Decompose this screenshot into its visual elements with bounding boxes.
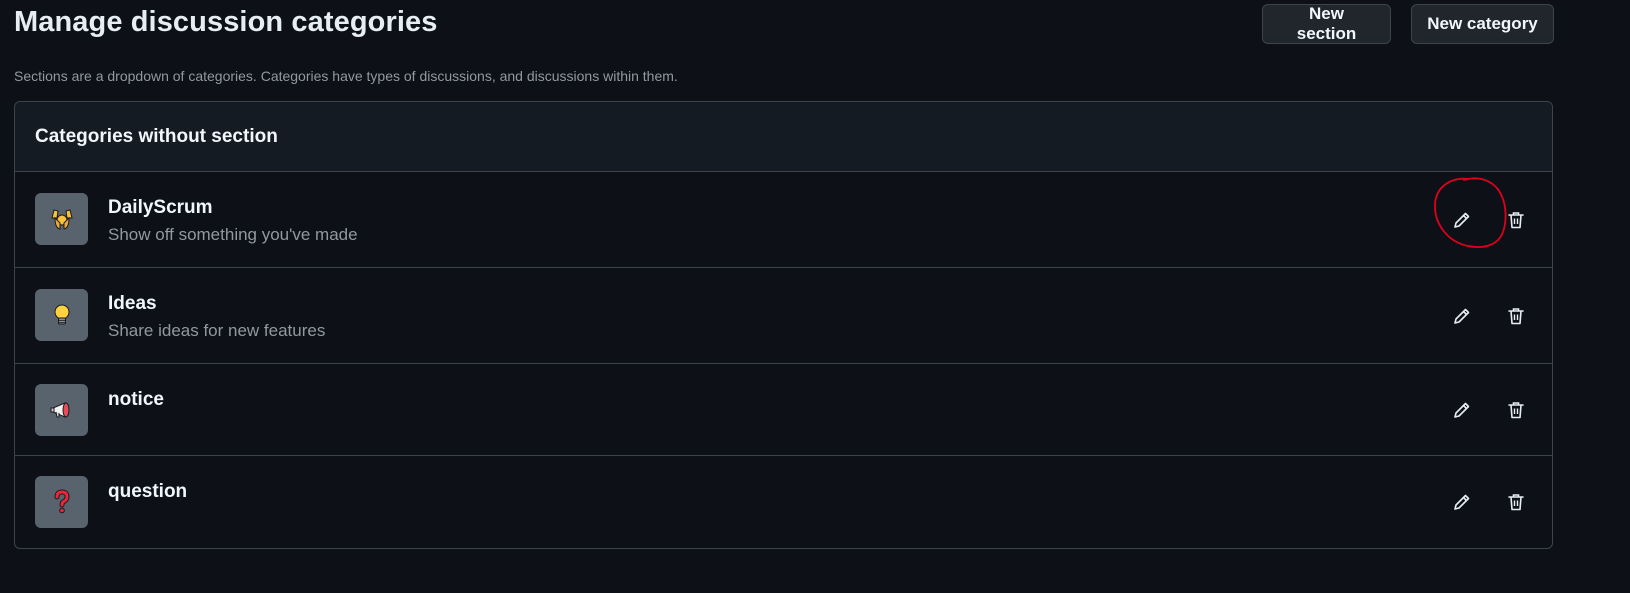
category-actions: [1446, 394, 1532, 426]
category-actions: [1446, 486, 1532, 518]
category-text: notice: [108, 388, 164, 412]
page-description: Sections are a dropdown of categories. C…: [14, 68, 678, 84]
category-row-dailyscrum: DailyScrum Show off something you've mad…: [15, 172, 1552, 268]
categories-box: Categories without section DailyScrum Sh…: [14, 101, 1553, 549]
trash-icon: [1508, 308, 1524, 325]
category-text: DailyScrum Show off something you've mad…: [108, 196, 358, 247]
trash-icon: [1508, 494, 1524, 511]
category-row-ideas: Ideas Share ideas for new features: [15, 268, 1552, 364]
category-text: question: [108, 480, 187, 504]
question-mark-icon: [35, 476, 88, 528]
edit-category-button[interactable]: [1446, 204, 1478, 236]
trash-icon: [1508, 212, 1524, 229]
category-description: Share ideas for new features: [108, 321, 326, 340]
category-row-notice: notice: [15, 364, 1552, 456]
new-category-button[interactable]: New category: [1411, 4, 1554, 44]
category-row-question: question: [15, 456, 1552, 548]
pencil-icon: [1454, 308, 1470, 324]
edit-category-button[interactable]: [1446, 394, 1478, 426]
page: Manage discussion categories New section…: [0, 0, 1630, 593]
delete-category-button[interactable]: [1500, 204, 1532, 236]
raising-hands-icon: [35, 193, 88, 245]
category-description: Show off something you've made: [108, 225, 358, 244]
edit-category-button[interactable]: [1446, 300, 1478, 332]
category-name: notice: [108, 389, 164, 410]
new-section-button[interactable]: New section: [1262, 4, 1391, 44]
delete-category-button[interactable]: [1500, 300, 1532, 332]
category-text: Ideas Share ideas for new features: [108, 292, 325, 343]
page-title: Manage discussion categories: [14, 6, 438, 38]
light-bulb-icon: [35, 289, 88, 341]
category-name: Ideas: [108, 293, 157, 314]
pencil-icon: [1454, 494, 1470, 510]
pencil-icon: [1454, 212, 1470, 228]
loudspeaker-icon: [35, 384, 88, 436]
delete-category-button[interactable]: [1500, 486, 1532, 518]
delete-category-button[interactable]: [1500, 394, 1532, 426]
header-buttons: New section New category: [1262, 4, 1554, 44]
category-name: DailyScrum: [108, 197, 213, 218]
category-name: question: [108, 481, 188, 502]
edit-category-button[interactable]: [1446, 486, 1478, 518]
section-title: Categories without section: [35, 125, 278, 147]
pencil-icon: [1454, 402, 1470, 418]
category-actions: [1446, 300, 1532, 332]
section-header: Categories without section: [15, 102, 1552, 172]
category-actions: [1446, 204, 1532, 236]
trash-icon: [1508, 402, 1524, 419]
